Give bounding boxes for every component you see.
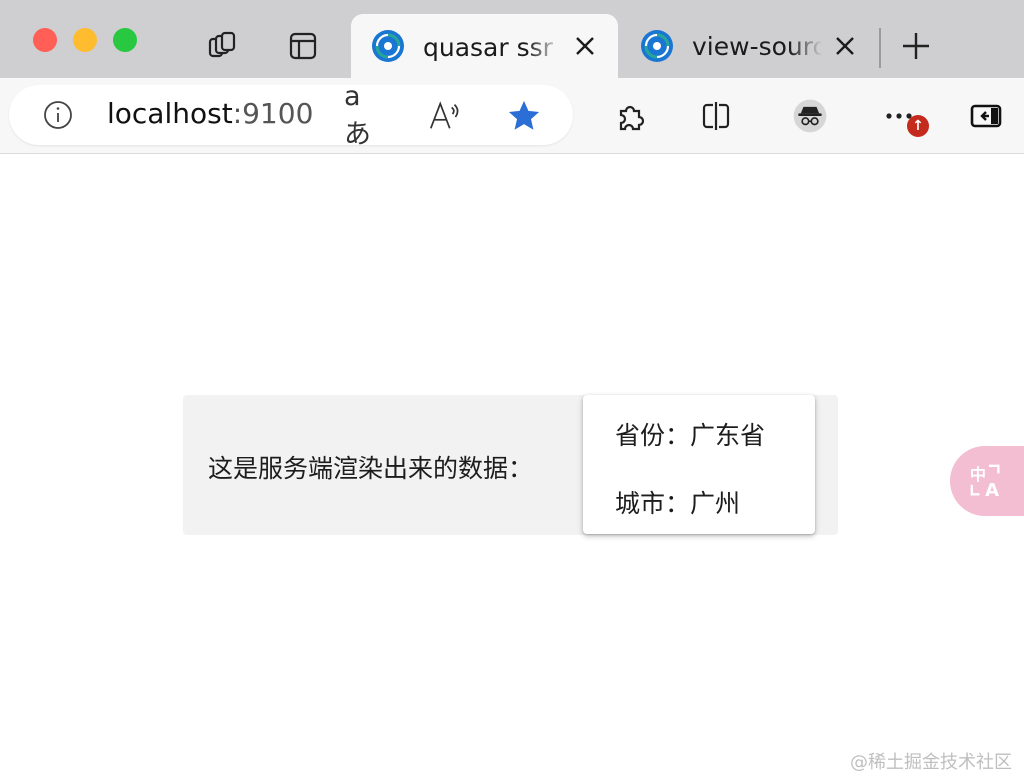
page-viewport: 这是服务端渲染出来的数据： 省份：广东省 城市：广州	[0, 154, 1024, 784]
close-tab-icon[interactable]	[570, 31, 600, 61]
sidebar-icon	[970, 104, 1002, 128]
close-tab-icon[interactable]	[830, 31, 860, 61]
window-zoom-button[interactable]	[113, 28, 137, 52]
split-screen-button[interactable]	[696, 96, 736, 136]
province-label: 省份：	[615, 421, 691, 450]
translate-icon[interactable]: aあ	[344, 81, 382, 150]
window-close-button[interactable]	[33, 28, 57, 52]
tab-quasar-ssr[interactable]: quasar ssr 体验	[351, 14, 618, 78]
update-badge: ↑	[907, 115, 929, 137]
url-text[interactable]: localhost:9100	[107, 97, 313, 130]
quasar-logo-icon	[641, 30, 673, 62]
sidebar-toggle-button[interactable]	[966, 96, 1006, 136]
quasar-logo-icon	[372, 30, 404, 62]
address-bar[interactable]: localhost:9100 aあ	[9, 81, 573, 150]
svg-text:A: A	[985, 480, 999, 500]
tab-title: quasar ssr 体验	[423, 33, 562, 62]
watermark: @稀土掘金技术社区	[850, 752, 1012, 773]
inprivate-profile-icon	[793, 99, 827, 133]
plus-icon	[903, 33, 929, 59]
city-label: 城市：	[615, 489, 691, 518]
read-aloud-icon[interactable]	[426, 97, 464, 135]
tab-view-source[interactable]: view-source:localhost	[620, 14, 878, 78]
province-value: 广东省	[690, 421, 766, 450]
extensions-button[interactable]	[610, 96, 650, 136]
url-port: :9100	[232, 97, 314, 130]
browser-chrome: quasar ssr 体验 view-source:localhost	[0, 0, 1024, 154]
window-minimize-button[interactable]	[73, 28, 97, 52]
popup-row-province: 省份：广东省	[615, 416, 765, 452]
extensions-icon	[619, 105, 645, 131]
popup-row-city: 城市：广州	[615, 484, 740, 520]
inprivate-profile-button[interactable]	[784, 90, 836, 142]
tab-actions-icon	[289, 32, 317, 60]
tab-strip: quasar ssr 体验 view-source:localhost	[0, 0, 1024, 78]
svg-text:中: 中	[970, 465, 986, 484]
split-screen-icon	[702, 102, 730, 130]
collections-icon	[208, 31, 236, 58]
tab-divider	[879, 28, 881, 68]
floating-translate-button[interactable]: 中 A	[950, 446, 1024, 516]
collections-button[interactable]	[202, 26, 242, 66]
toolbar: localhost:9100 aあ	[0, 78, 1024, 154]
city-value: 广州	[690, 489, 741, 518]
info-icon[interactable]	[42, 99, 74, 131]
url-host: localhost	[107, 97, 233, 130]
translate-float-icon: 中 A	[970, 464, 1000, 500]
favorite-star-icon[interactable]	[505, 97, 543, 135]
ssr-caption: 这是服务端渲染出来的数据：	[208, 454, 534, 483]
tab-actions-button[interactable]	[283, 26, 323, 66]
location-popup: 省份：广东省 城市：广州	[583, 395, 815, 534]
tab-title: view-source:localhost	[692, 31, 822, 61]
new-tab-button[interactable]	[896, 26, 936, 66]
